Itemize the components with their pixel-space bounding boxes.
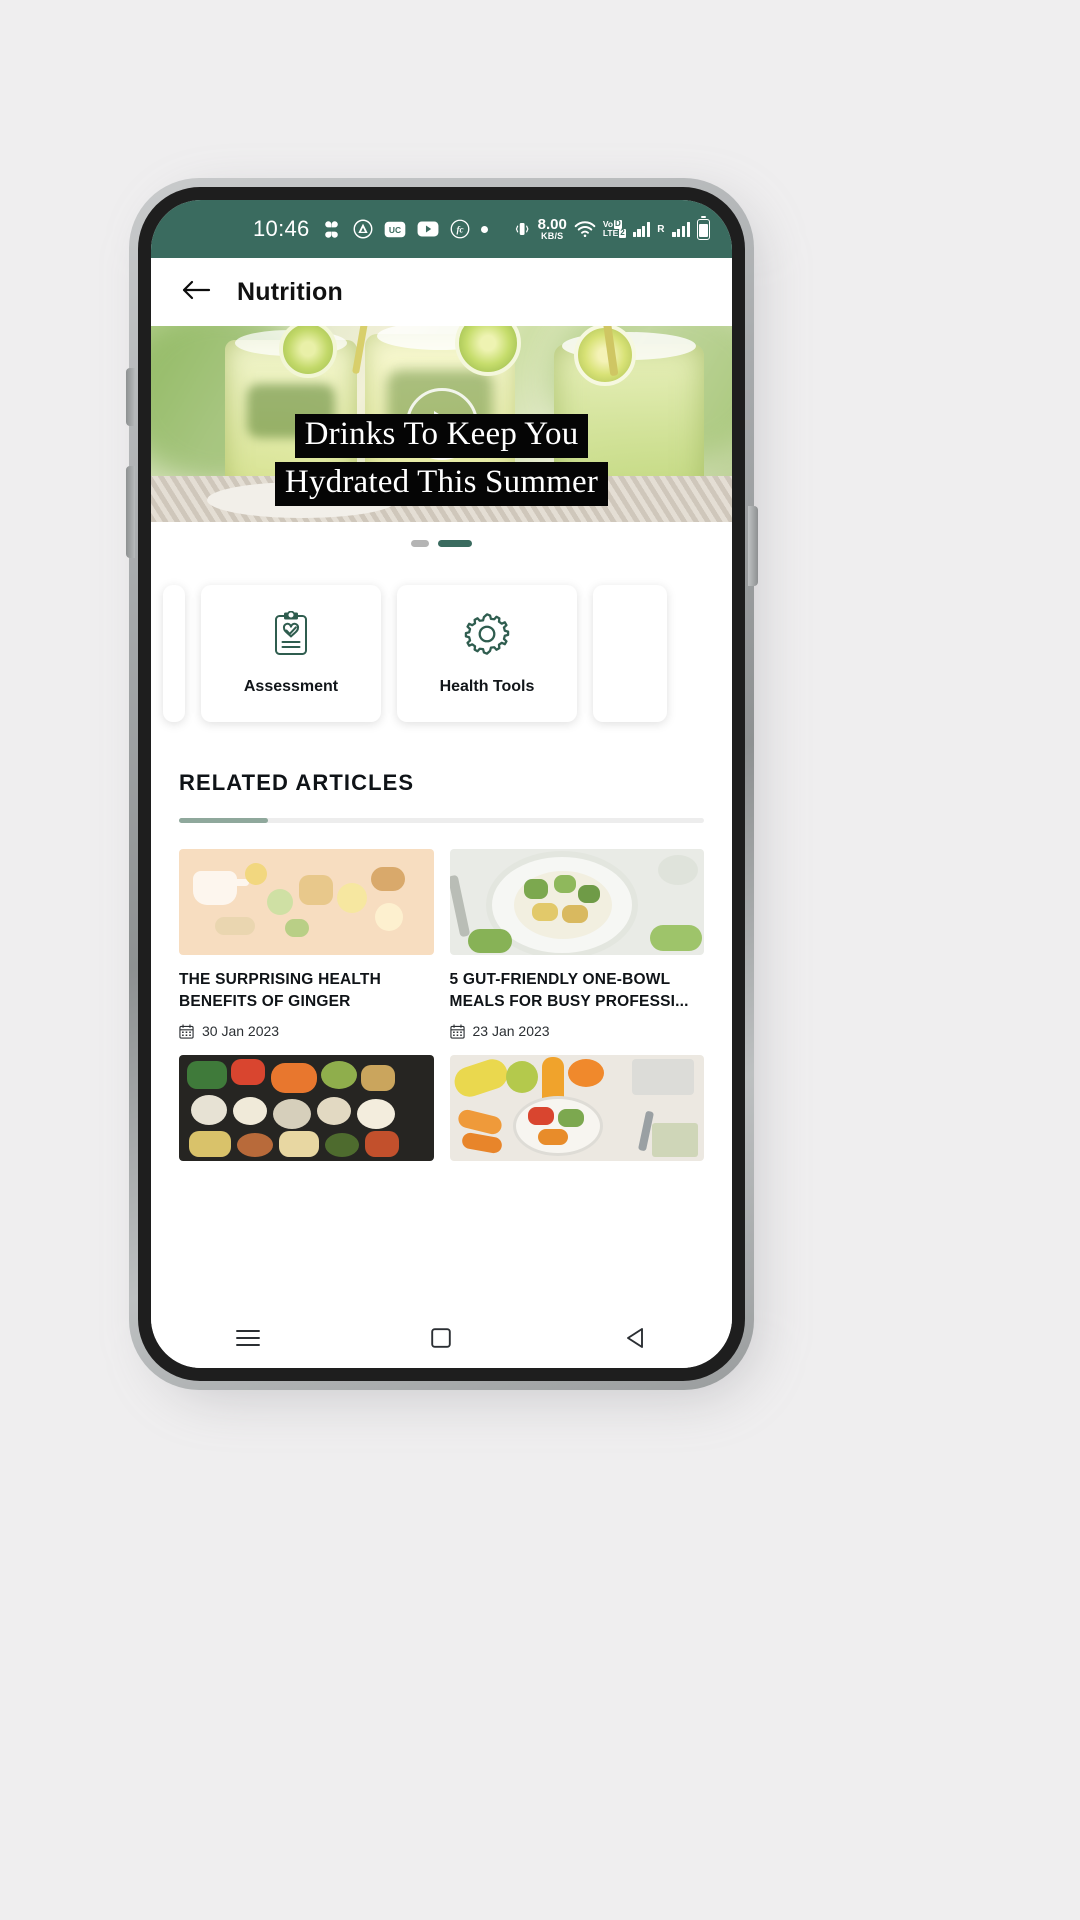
clover-icon [321, 219, 342, 240]
article-title: 5 GUT-FRIENDLY ONE-BOWL MEALS FOR BUSY P… [449, 971, 689, 1010]
article-card[interactable] [179, 1055, 434, 1161]
net-speed-value: 8.00 [537, 216, 567, 233]
volte-icon: Vo D LTE 2 [602, 219, 626, 238]
page-title: Nutrition [237, 277, 343, 306]
article-thumbnail [449, 1055, 704, 1161]
roaming-signal-bars-icon [672, 221, 690, 237]
article-title: THE SURPRISING HEALTH BENEFITS OF GINGER [179, 971, 381, 1010]
app-bar: Nutrition [151, 258, 732, 326]
fc-circle-icon: fc [450, 219, 470, 239]
hero-video-banner[interactable]: Drinks To Keep You Hydrated This Summer [151, 326, 732, 522]
content-scroll-area[interactable]: Drinks To Keep You Hydrated This Summer [151, 326, 732, 1312]
status-clock: 10:46 [253, 216, 310, 241]
svg-text:UC: UC [388, 225, 400, 235]
article-thumbnail [179, 849, 434, 955]
status-bar: 10:46 UC fc 8.00 KB/S Vo D LTE 2 R [151, 200, 732, 258]
carousel-dot-2[interactable] [438, 540, 472, 547]
quick-actions-section: Assessment Health Tools [151, 555, 732, 744]
network-speed-icon: 8.00 KB/S [538, 217, 567, 241]
recents-button[interactable] [226, 1323, 270, 1357]
power-button[interactable] [748, 506, 758, 586]
vibrate-icon [513, 220, 531, 238]
article-card[interactable]: THE SURPRISING HEALTH BENEFITS OF GINGER [179, 849, 434, 1039]
roaming-label: R [657, 223, 665, 235]
quick-action-label: Health Tools [439, 678, 535, 695]
related-articles-scroll-indicator[interactable] [179, 818, 704, 823]
back-button[interactable] [179, 275, 213, 309]
back-nav-button[interactable] [613, 1323, 657, 1357]
autodesk-triangle-icon [353, 219, 373, 239]
signal-bars-icon [632, 221, 651, 237]
phone-screen: 10:46 UC fc 8.00 KB/S Vo D LTE 2 R Nutri… [151, 200, 732, 1368]
volume-down-button[interactable] [126, 466, 135, 558]
screenshot-stage: 10:46 UC fc 8.00 KB/S Vo D LTE 2 R Nutri… [0, 0, 1080, 1920]
quick-action-card-assessment[interactable]: Assessment [201, 585, 381, 722]
article-thumbnail [449, 849, 704, 955]
carousel-dot-1[interactable] [411, 540, 429, 547]
volte-badge-2: 2 [619, 228, 626, 238]
status-bar-left: 10:46 UC fc [253, 216, 488, 242]
article-date: 23 Jan 2023 [449, 1023, 705, 1039]
battery-icon [697, 215, 710, 240]
quick-actions-rail[interactable]: Assessment Health Tools [151, 585, 732, 722]
article-date-text: 23 Jan 2023 [472, 1023, 550, 1039]
recents-menu-icon [235, 1329, 260, 1352]
article-thumbnail [179, 1055, 434, 1161]
related-articles-section: RELATED ARTICLES THE SURPRISING HEALTH B… [151, 744, 732, 1161]
quick-action-label: Assessment [243, 678, 339, 695]
article-grid: THE SURPRISING HEALTH BENEFITS OF GINGER [179, 823, 704, 1161]
wifi-icon [574, 220, 596, 238]
svg-text:fc: fc [456, 224, 463, 234]
quick-action-card-health-tools[interactable]: Health Tools [397, 585, 577, 722]
dot-icon [480, 225, 488, 233]
play-button[interactable] [405, 388, 478, 460]
carousel-dots [151, 522, 732, 555]
calendar-icon [449, 1023, 465, 1039]
article-card[interactable]: 5 GUT-FRIENDLY ONE-BOWL MEALS FOR BUSY P… [449, 849, 705, 1039]
scroll-indicator-fill [179, 818, 269, 823]
related-articles-heading: RELATED ARTICLES [179, 770, 415, 795]
arrow-left-icon [181, 278, 211, 307]
uc-browser-icon: UC [384, 221, 406, 238]
net-speed-unit: KB/S [541, 231, 564, 241]
status-bar-right: 8.00 KB/S Vo D LTE 2 R [513, 215, 710, 241]
calendar-icon [179, 1023, 194, 1039]
article-date: 30 Jan 2023 [179, 1023, 434, 1039]
home-square-icon [431, 1327, 452, 1353]
back-triangle-icon [625, 1327, 645, 1354]
article-card[interactable] [449, 1055, 704, 1161]
volte-text-2: LTE [602, 228, 619, 238]
quick-action-card-peek-right[interactable] [593, 585, 667, 722]
volume-up-button[interactable] [126, 368, 135, 426]
gear-icon [464, 611, 510, 662]
play-icon [434, 411, 455, 437]
android-nav-bar [151, 1312, 732, 1368]
article-date-text: 30 Jan 2023 [202, 1023, 280, 1039]
home-button[interactable] [419, 1323, 463, 1357]
youtube-icon [417, 221, 439, 237]
quick-action-card-peek-left[interactable] [163, 585, 185, 722]
clipboard-heart-check-icon [270, 610, 312, 662]
